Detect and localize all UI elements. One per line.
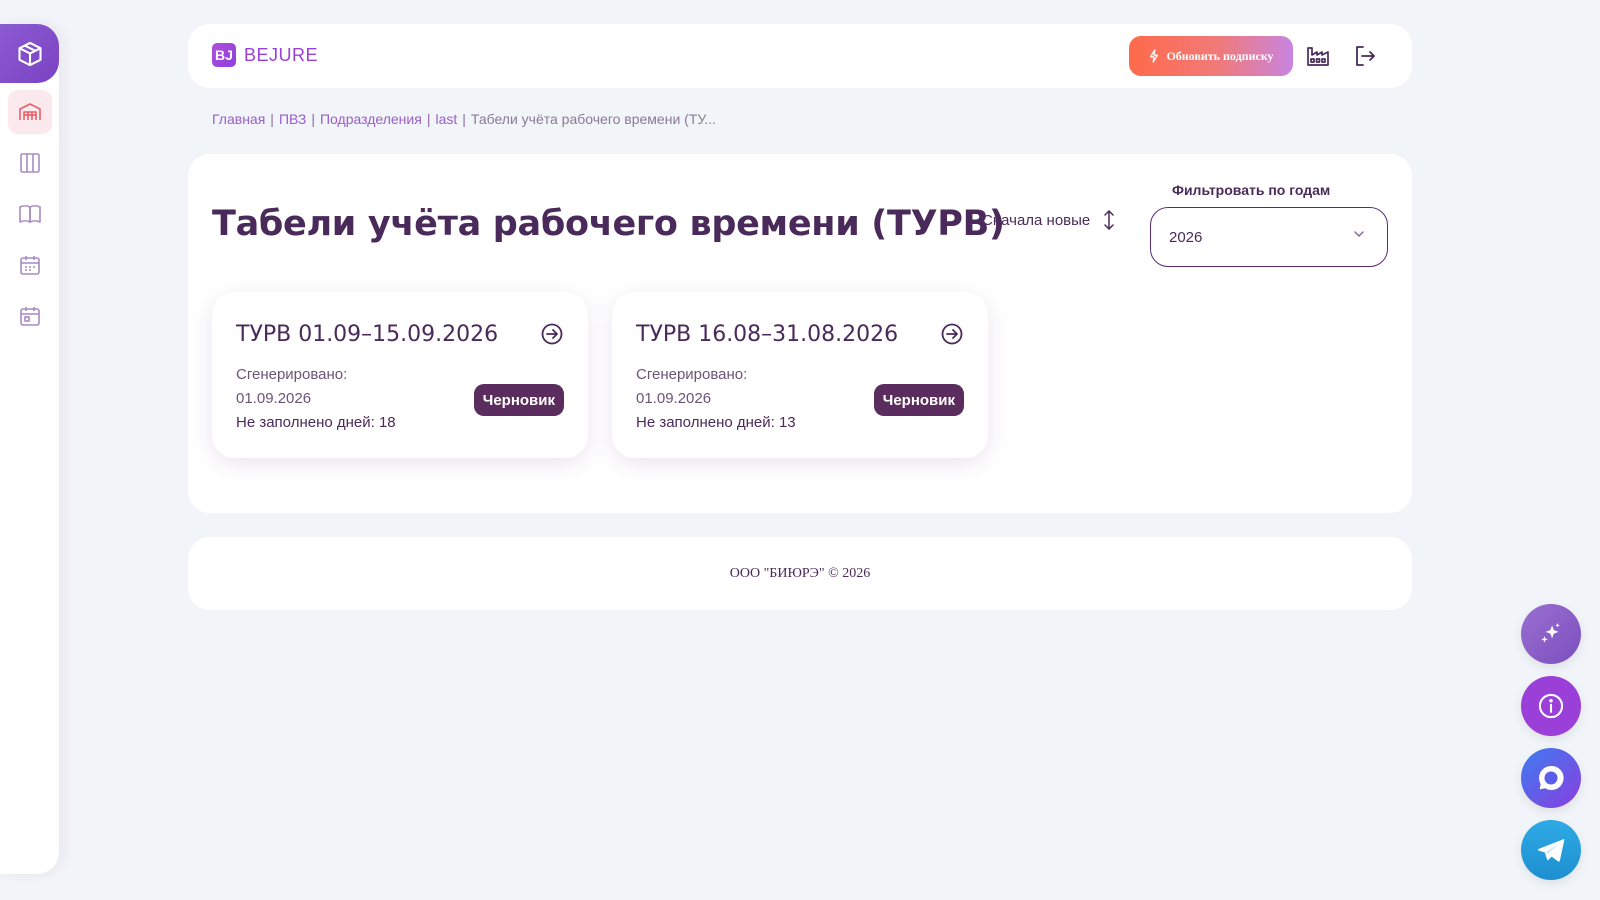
- sidebar-logo[interactable]: [0, 24, 59, 83]
- lightning-icon: [1150, 49, 1159, 63]
- sidebar-item-columns[interactable]: [8, 141, 52, 185]
- card-generated-label: Сгенерировано:: [636, 366, 748, 383]
- breadcrumb-pvz[interactable]: ПВЗ: [279, 111, 306, 127]
- breadcrumb-current: Табели учёта рабочего времени (ТУ...: [470, 111, 717, 127]
- chat-button[interactable]: [1521, 748, 1581, 808]
- timesheets-panel: Табели учёта рабочего времени (ТУРВ) Сна…: [188, 154, 1412, 513]
- breadcrumb: Главная | ПВЗ | Подразделения | last | Табели уч…: [212, 111, 717, 127]
- logout-icon: [1356, 46, 1375, 66]
- factory-icon: [1307, 47, 1329, 66]
- cube-icon: [17, 41, 42, 66]
- sidebar-item-schedule[interactable]: [8, 243, 52, 287]
- card-title: ТУРВ 16.08–31.08.2026: [636, 322, 899, 347]
- chat-icon: [1539, 765, 1564, 791]
- columns-icon: [20, 153, 40, 173]
- info-button[interactable]: [1521, 676, 1581, 736]
- year-filter-label: Фильтровать по годам: [1172, 182, 1331, 198]
- upgrade-label: Обновить подписку: [1166, 48, 1274, 63]
- arrow-right-circle-icon[interactable]: [540, 322, 564, 346]
- upgrade-subscription-button[interactable]: Обновить подписку: [1129, 36, 1293, 76]
- logout-button[interactable]: [1351, 42, 1379, 70]
- sidebar: [0, 24, 59, 874]
- sort-arrows-icon: [1104, 210, 1115, 230]
- calendar-grid-icon: [20, 256, 40, 275]
- sort-toggle[interactable]: Сначала новые: [982, 209, 1116, 231]
- book-icon: [19, 205, 41, 223]
- breadcrumb-divisions[interactable]: Подразделения: [320, 111, 422, 127]
- footer: ООО "БИЮРЭ" © 2026: [188, 537, 1412, 610]
- sidebar-item-book[interactable]: [8, 192, 52, 236]
- top-header: BJ BEJURE Обновить подписку: [188, 24, 1412, 88]
- card-generated-date: 01.09.2026: [636, 390, 712, 407]
- year-select-value: 2026: [1169, 228, 1203, 246]
- arrow-right-circle-icon[interactable]: [940, 322, 964, 346]
- brand-mark: BJ: [212, 43, 236, 67]
- year-select[interactable]: 2026: [1150, 207, 1388, 267]
- footer-copyright: ООО "БИЮРЭ" © 2026: [729, 565, 871, 581]
- chevron-down-icon: [1354, 231, 1364, 238]
- card-unfilled-days: Не заполнено дней: 18: [236, 414, 396, 431]
- sidebar-item-calendar[interactable]: [8, 294, 52, 338]
- card-unfilled-days: Не заполнено дней: 13: [636, 414, 796, 431]
- brand-logo[interactable]: BJ BEJURE: [212, 43, 318, 67]
- page-title: Табели учёта рабочего времени (ТУРВ): [212, 204, 1005, 244]
- timesheet-card[interactable]: ТУРВ 16.08–31.08.2026 Сгенерировано: 01.…: [612, 292, 988, 458]
- card-title: ТУРВ 01.09–15.09.2026: [236, 322, 499, 347]
- telegram-icon: [1537, 838, 1565, 862]
- timesheet-card[interactable]: ТУРВ 01.09–15.09.2026 Сгенерировано: 01.…: [212, 292, 588, 458]
- ai-assistant-button[interactable]: [1521, 604, 1581, 664]
- warehouse-icon: [19, 103, 41, 120]
- card-generated-label: Сгенерировано:: [236, 366, 348, 383]
- breadcrumb-home[interactable]: Главная: [212, 111, 265, 127]
- info-icon: [1538, 693, 1564, 719]
- telegram-button[interactable]: [1521, 820, 1581, 880]
- sparkles-icon: [1541, 623, 1560, 643]
- calendar-icon: [20, 307, 40, 326]
- sort-label: Сначала новые: [982, 211, 1091, 229]
- sidebar-item-warehouse[interactable]: [8, 90, 52, 134]
- status-badge: Черновик: [473, 384, 564, 416]
- status-badge: Черновик: [873, 384, 964, 416]
- breadcrumb-last[interactable]: last: [435, 111, 457, 127]
- card-generated-date: 01.09.2026: [236, 390, 312, 407]
- factory-button[interactable]: [1304, 42, 1332, 70]
- brand-name: BEJURE: [244, 44, 319, 65]
